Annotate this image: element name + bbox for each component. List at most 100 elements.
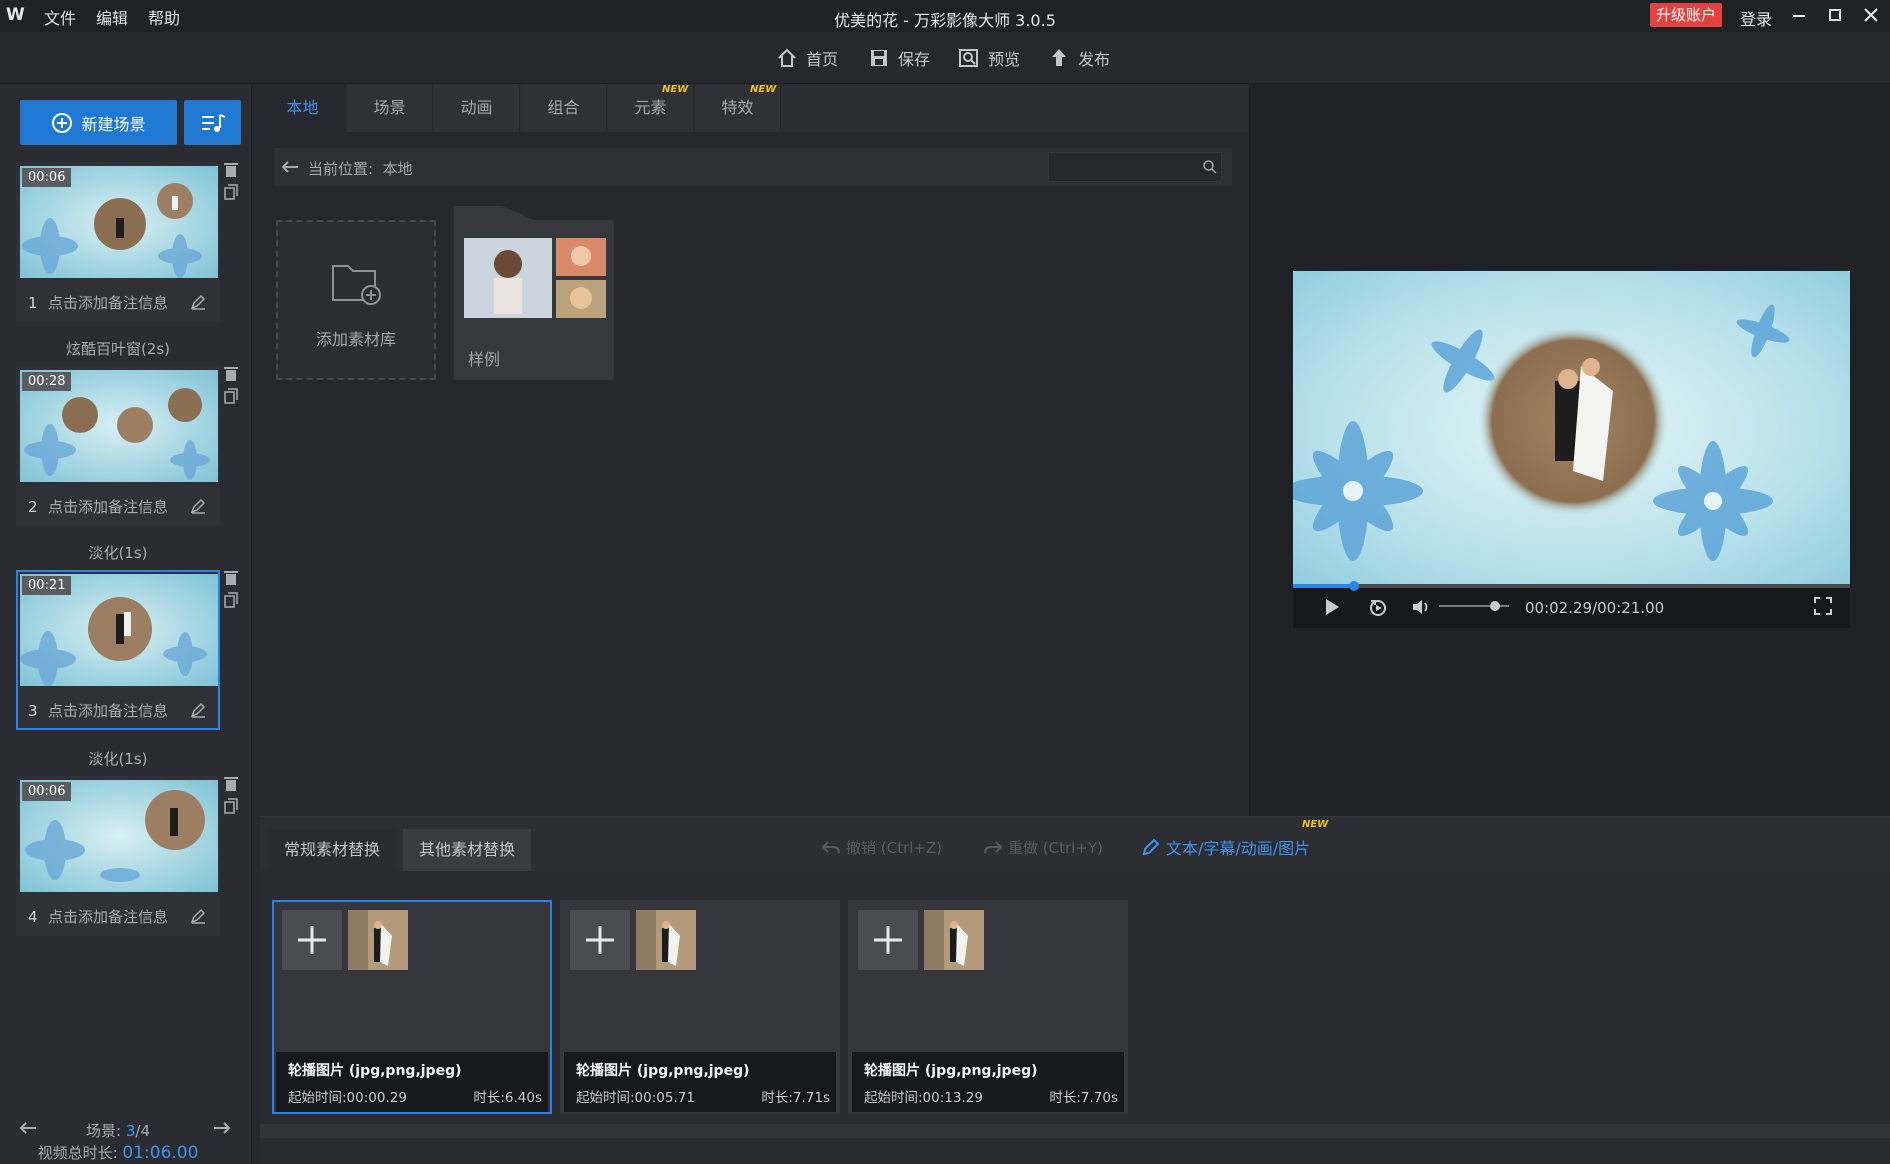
scene-note[interactable]: 点击添加备注信息: [48, 292, 168, 313]
scene-card-2[interactable]: 00:28 2 点击添加备注信息: [16, 366, 220, 526]
transition-label[interactable]: 炫酷百叶窗(2s): [0, 338, 236, 359]
scene-counter-total: /4: [135, 1122, 150, 1140]
main-toolbar: 首页 保存 预览 发布: [0, 32, 1890, 84]
undo-icon: [822, 840, 840, 856]
add-library-label: 添加素材库: [315, 330, 396, 349]
new-scene-label: 新建场景: [81, 114, 146, 134]
slot-duration: 时长:6.40s: [473, 1090, 542, 1106]
scene-note[interactable]: 点击添加备注信息: [48, 700, 168, 721]
back-arrow-icon[interactable]: [280, 159, 300, 175]
slot-duration: 时长:7.71s: [761, 1090, 830, 1106]
tab-animation[interactable]: 动画: [434, 84, 520, 132]
total-duration-label: 视频总时长:: [37, 1144, 118, 1162]
play-icon[interactable]: [1323, 597, 1341, 617]
edit-note-icon[interactable]: [190, 498, 206, 514]
scene-counter: 场景: 3/4: [0, 1120, 236, 1141]
publish-label: 发布: [1078, 50, 1111, 69]
scene-number: 4: [28, 908, 38, 926]
redo-label: 重做 (Ctrl+Y): [1008, 839, 1103, 857]
slot-start-time: 起始时间:00:05.71: [576, 1090, 695, 1106]
tab-other-replace[interactable]: 其他素材替换: [403, 829, 531, 871]
delete-icon[interactable]: [224, 366, 238, 382]
replace-slot-3[interactable]: 轮播图片 (jpg,png,jpeg) 起始时间:00:13.29 时长:7.7…: [848, 900, 1128, 1114]
scene-note[interactable]: 点击添加备注信息: [48, 906, 168, 927]
text-subtitle-edit-button[interactable]: 文本/字幕/动画/图片: [1142, 835, 1310, 859]
scene-number: 3: [28, 702, 38, 720]
horizontal-scrollbar[interactable]: [260, 1124, 1890, 1138]
tab-local[interactable]: 本地: [260, 84, 346, 132]
new-badge: NEW: [750, 84, 777, 95]
preview-button[interactable]: 预览: [958, 46, 1020, 70]
save-button[interactable]: 保存: [868, 46, 930, 70]
login-link[interactable]: 登录: [1740, 6, 1772, 30]
preview-icon: [958, 47, 980, 69]
background-music-button[interactable]: [184, 100, 241, 145]
replay-icon[interactable]: [1367, 596, 1389, 618]
add-image-button[interactable]: [570, 910, 630, 970]
add-image-button[interactable]: [282, 910, 342, 970]
undo-button[interactable]: 撤销 (Ctrl+Z): [822, 837, 942, 858]
scene-counter-current: 3: [125, 1122, 136, 1140]
edit-note-icon[interactable]: [190, 702, 206, 718]
total-duration-value: 01:06.00: [122, 1143, 199, 1163]
scene-card-3[interactable]: 00:21 3 点击添加备注信息: [16, 570, 220, 730]
new-badge: NEW: [1302, 819, 1329, 830]
scene-duration: 00:21: [22, 576, 72, 595]
scene-note[interactable]: 点击添加备注信息: [48, 496, 168, 517]
copy-icon[interactable]: [224, 592, 238, 608]
home-button[interactable]: 首页: [776, 46, 838, 70]
publish-button[interactable]: 发布: [1048, 46, 1110, 70]
location-bar: 当前位置: 本地: [274, 148, 1232, 186]
undo-label: 撤销 (Ctrl+Z): [846, 839, 943, 857]
replace-slot-1[interactable]: 轮播图片 (jpg,png,jpeg) 起始时间:00:00.29 时长:6.4…: [272, 900, 552, 1114]
add-library-button[interactable]: 添加素材库: [276, 220, 436, 380]
volume-knob[interactable]: [1490, 601, 1500, 611]
transition-label[interactable]: 淡化(1s): [0, 748, 236, 769]
plus-circle-icon: [51, 112, 73, 134]
folder-add-icon: [330, 260, 386, 306]
volume-icon[interactable]: [1411, 597, 1431, 617]
scene-card-1[interactable]: 00:06 1 点击添加备注信息: [16, 162, 220, 322]
location-breadcrumb: 当前位置: 本地: [308, 158, 413, 179]
new-scene-button[interactable]: 新建场景: [20, 100, 177, 145]
sample-thumbnails: [464, 238, 606, 318]
fullscreen-icon[interactable]: [1813, 596, 1833, 616]
save-label: 保存: [898, 50, 931, 69]
copy-icon[interactable]: [224, 798, 238, 814]
upgrade-account-button[interactable]: 升级账户: [1650, 3, 1722, 27]
progress-fill: [1293, 584, 1354, 588]
volume-slider[interactable]: [1439, 601, 1509, 611]
delete-icon[interactable]: [224, 776, 238, 792]
scene-card-4[interactable]: 00:06 4 点击添加备注信息: [16, 776, 220, 936]
copy-icon[interactable]: [224, 184, 238, 200]
material-library: 本地 场景 动画 组合 元素 特效 NEW NEW 当前位置: 本地 添加素材库: [260, 84, 1248, 816]
sample-folder[interactable]: 样例: [454, 206, 614, 380]
edit-note-icon[interactable]: [190, 294, 206, 310]
progress-knob[interactable]: [1348, 581, 1359, 591]
maximize-icon[interactable]: [1824, 4, 1846, 26]
tab-group[interactable]: 组合: [521, 84, 607, 132]
minimize-icon[interactable]: [1788, 4, 1810, 26]
folder-tab: [454, 206, 534, 220]
delete-icon[interactable]: [224, 570, 238, 586]
redo-button[interactable]: 重做 (Ctrl+Y): [984, 837, 1103, 858]
library-search-input[interactable]: [1048, 152, 1222, 182]
time-readout: 00:02.29/00:21.00: [1525, 599, 1665, 617]
search-icon[interactable]: [1202, 159, 1218, 175]
window-title: 优美的花 - 万彩影像大师 3.0.5: [834, 11, 1056, 30]
add-image-button[interactable]: [858, 910, 918, 970]
tab-scene[interactable]: 场景: [347, 84, 433, 132]
playback-progress[interactable]: [1293, 581, 1850, 591]
preview-label: 预览: [988, 50, 1021, 69]
replace-slot-2[interactable]: 轮播图片 (jpg,png,jpeg) 起始时间:00:05.71 时长:7.7…: [560, 900, 840, 1114]
text-edit-label: 文本/字幕/动画/图片: [1166, 839, 1311, 858]
save-icon: [868, 47, 890, 69]
copy-icon[interactable]: [224, 388, 238, 404]
edit-note-icon[interactable]: [190, 908, 206, 924]
preview-panel: 00:02.29/00:21.00: [1249, 84, 1890, 816]
tab-regular-replace[interactable]: 常规素材替换: [268, 829, 396, 871]
delete-icon[interactable]: [224, 162, 238, 178]
close-icon[interactable]: [1860, 4, 1882, 26]
transition-label[interactable]: 淡化(1s): [0, 542, 236, 563]
slot-title: 轮播图片 (jpg,png,jpeg): [864, 1063, 1038, 1079]
